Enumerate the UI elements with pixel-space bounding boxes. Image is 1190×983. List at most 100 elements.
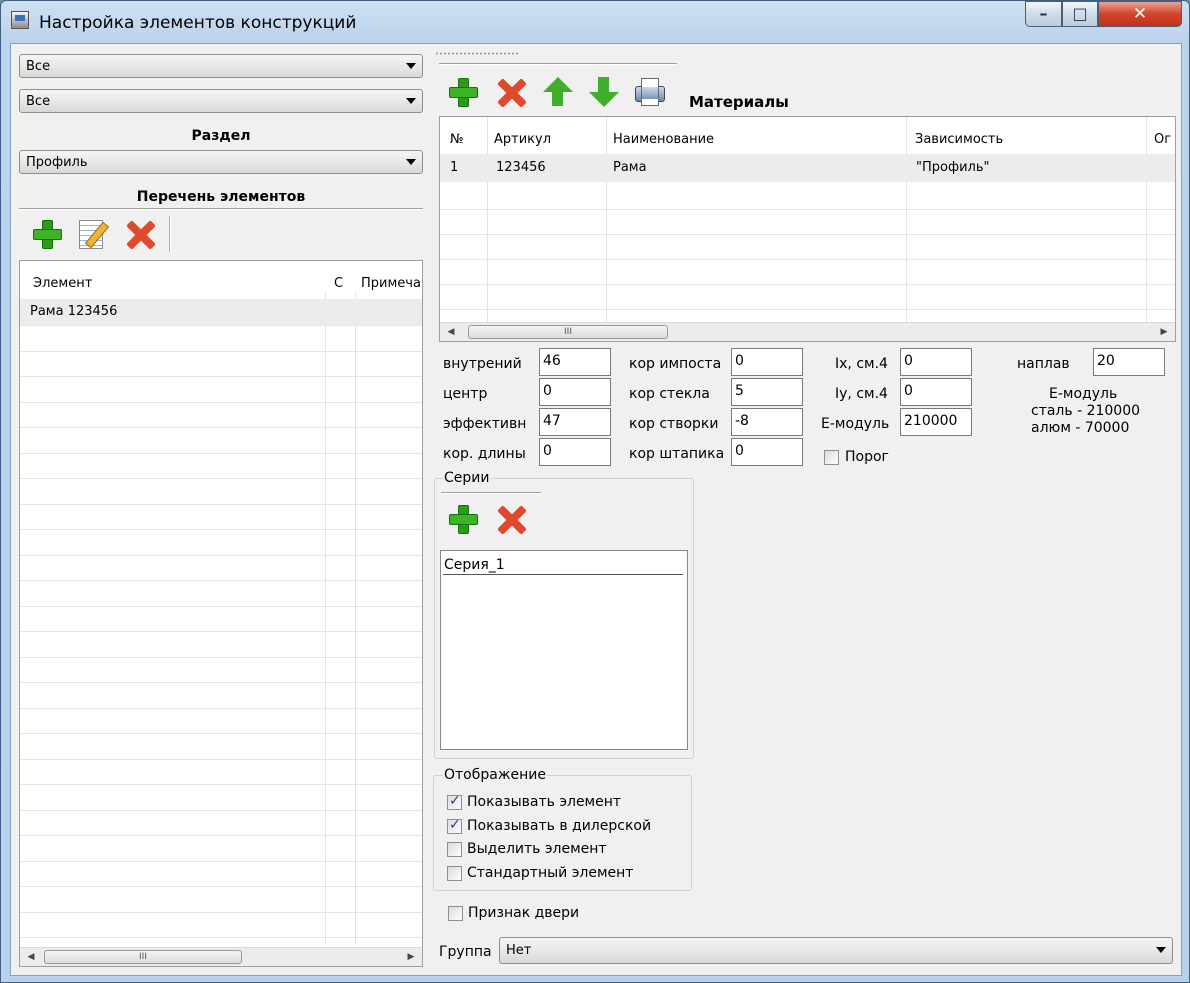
grid-row-line: [20, 861, 422, 862]
scroll-thumb[interactable]: III: [468, 325, 668, 339]
close-button[interactable]: ✕: [1098, 1, 1182, 27]
add-series-button[interactable]: [447, 503, 479, 535]
delete-element-button[interactable]: [124, 218, 156, 250]
threshold-label: Порог: [845, 449, 889, 465]
naplav-input[interactable]: 20: [1093, 348, 1165, 376]
horizontal-scrollbar[interactable]: ◀ III ▶: [440, 322, 1175, 341]
grid-row-line: [20, 606, 422, 607]
move-down-button[interactable]: [587, 76, 619, 108]
scroll-left-icon[interactable]: ◀: [442, 323, 460, 341]
inner-label: внутрений: [443, 356, 522, 372]
grid-row-line: [20, 580, 422, 581]
title-bar: Настройка элементов конструкций – □ ✕: [1, 1, 1189, 43]
filter2-value: Все: [26, 94, 51, 109]
door-checkbox[interactable]: [448, 906, 463, 921]
display-group-label: Отображение: [443, 767, 547, 783]
column-header-no[interactable]: №: [450, 132, 464, 147]
grid-row-line: [20, 529, 422, 530]
horizontal-scrollbar[interactable]: ◀ III ▶: [20, 947, 422, 966]
center-input[interactable]: 0: [539, 378, 611, 406]
grid-column-line: [906, 117, 907, 322]
column-header-name[interactable]: Наименование: [613, 132, 714, 147]
bead-input[interactable]: 0: [731, 438, 803, 466]
maximize-button[interactable]: □: [1062, 1, 1098, 27]
grid-row-line: [440, 259, 1175, 260]
chevron-down-icon: [406, 98, 416, 104]
grid-row-line: [20, 351, 422, 352]
emodulus-note-title: Е-модуль: [1049, 386, 1118, 402]
name-cell: Рама: [613, 160, 647, 175]
grid-row-line: [20, 555, 422, 556]
column-header-extra[interactable]: Ог: [1154, 132, 1175, 147]
grid-row-line: [20, 759, 422, 760]
grid-row-line: [440, 284, 1175, 285]
show-element-label: Показывать элемент: [467, 794, 622, 810]
iy-input[interactable]: 0: [900, 378, 972, 406]
threshold-checkbox[interactable]: [824, 450, 839, 465]
grid-row-line: [20, 682, 422, 683]
group-label: Группа: [439, 944, 492, 960]
delete-material-button[interactable]: [495, 76, 527, 108]
window: Настройка элементов конструкций – □ ✕ Вс…: [0, 0, 1190, 983]
grid-row-line: [20, 810, 422, 811]
filter1-combo[interactable]: Все: [19, 54, 423, 78]
grid-row-line: [20, 657, 422, 658]
column-header-note[interactable]: Примеча: [361, 276, 422, 291]
show-dealer-label: Показывать в дилерской: [467, 818, 652, 834]
drag-handle[interactable]: [435, 52, 519, 55]
scroll-left-icon[interactable]: ◀: [22, 948, 40, 966]
client-area: Все Все Раздел Профиль Перечень элементо…: [10, 43, 1182, 976]
add-material-button[interactable]: [447, 76, 479, 108]
grid-row-line: [20, 733, 422, 734]
inner-input[interactable]: 46: [539, 348, 611, 376]
group-combo[interactable]: Нет: [499, 937, 1173, 964]
grid-row-line: [20, 835, 422, 836]
center-label: центр: [443, 386, 488, 402]
show-element-checkbox[interactable]: [447, 793, 462, 810]
column-header-element[interactable]: Элемент: [33, 276, 92, 291]
column-header-c[interactable]: С: [334, 276, 343, 291]
filter2-combo[interactable]: Все: [19, 89, 423, 113]
grid-row-line: [20, 427, 422, 428]
grid-row-line: [20, 937, 422, 938]
length-correction-input[interactable]: 0: [539, 438, 611, 466]
grid-row-line: [440, 209, 1175, 210]
sash-input[interactable]: -8: [731, 408, 803, 436]
delete-series-button[interactable]: [495, 503, 527, 535]
grid-header: Элемент С Примеча: [20, 261, 422, 291]
print-button[interactable]: [633, 76, 665, 108]
grid-row-line: [20, 504, 422, 505]
grid-header: № Артикул Наименование Зависимость Ог: [440, 117, 1175, 147]
grid-row-line: [20, 631, 422, 632]
grid-column-line: [355, 291, 356, 944]
scroll-right-icon[interactable]: ▶: [402, 948, 420, 966]
impost-label: кор импоста: [629, 356, 722, 372]
emodulus-label: Е-модуль: [821, 416, 890, 432]
list-item[interactable]: Серия_1: [444, 557, 505, 573]
column-header-dependency[interactable]: Зависимость: [915, 132, 1003, 147]
scroll-right-icon[interactable]: ▶: [1155, 323, 1173, 341]
move-up-button[interactable]: [541, 76, 573, 108]
highlight-checkbox[interactable]: [447, 842, 462, 857]
column-header-article[interactable]: Артикул: [494, 132, 551, 147]
table-row[interactable]: 1 123456 Рама "Профиль": [440, 154, 1175, 182]
ix-input[interactable]: 0: [900, 348, 972, 376]
add-element-button[interactable]: [31, 218, 63, 250]
section-combo[interactable]: Профиль: [19, 150, 423, 174]
standard-checkbox[interactable]: [447, 866, 462, 881]
table-row[interactable]: Рама 123456: [20, 299, 422, 325]
section-label: Раздел: [191, 128, 251, 144]
grid-row-line: [20, 886, 422, 887]
impost-input[interactable]: 0: [731, 348, 803, 376]
emodulus-input[interactable]: 210000: [900, 408, 972, 436]
sash-label: кор створки: [629, 416, 719, 432]
length-correction-label: кор. длины: [443, 446, 526, 462]
scroll-thumb[interactable]: III: [44, 950, 242, 964]
minimize-button[interactable]: –: [1025, 1, 1062, 27]
glass-input[interactable]: 5: [731, 378, 803, 406]
edit-element-button[interactable]: [75, 218, 107, 250]
close-icon: ✕: [1132, 4, 1148, 24]
grid-column-line: [487, 117, 488, 322]
effective-input[interactable]: 47: [539, 408, 611, 436]
show-dealer-checkbox[interactable]: [447, 817, 462, 834]
